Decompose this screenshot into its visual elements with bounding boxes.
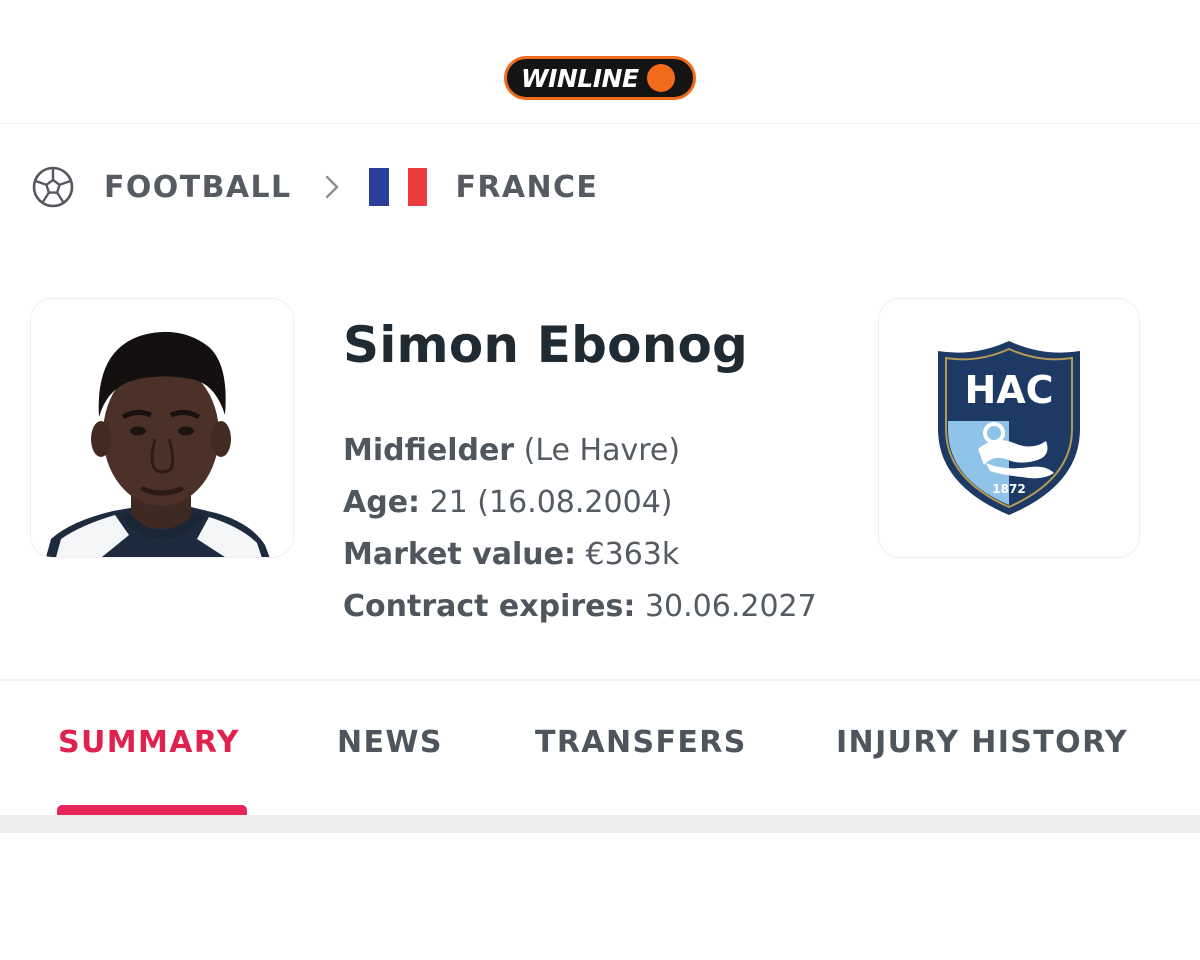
tab-transfers[interactable]: TRANSFERS — [535, 725, 747, 773]
logo-dot-icon — [646, 64, 675, 92]
market-value-row: Market value: €363k — [343, 532, 863, 584]
soccer-ball-icon — [30, 164, 76, 210]
club-crest-icon: HAC 1872 — [938, 341, 1080, 515]
svg-text:HAC: HAC — [964, 368, 1053, 412]
tab-news[interactable]: NEWS — [337, 725, 443, 773]
tab-summary[interactable]: SUMMARY — [58, 725, 240, 773]
age-label: Age: — [343, 485, 421, 520]
player-photo — [31, 299, 293, 557]
player-photo-card — [30, 298, 294, 558]
chevron-right-icon — [319, 167, 345, 207]
position-label: Midfielder — [343, 433, 515, 468]
age-row: Age: 21 (16.08.2004) — [343, 480, 863, 532]
player-name: Simon Ebonog — [343, 316, 749, 374]
svg-text:1872: 1872 — [992, 482, 1025, 496]
market-value-label: Market value: — [343, 537, 576, 572]
logo-text: WINLINE — [521, 63, 639, 93]
player-info: Midfielder (Le Havre) Age: 21 (16.08.200… — [343, 428, 863, 636]
breadcrumb-country[interactable]: FRANCE — [455, 170, 598, 205]
tab-injury-history[interactable]: INJURY HISTORY — [836, 725, 1128, 773]
club-crest-card[interactable]: HAC 1872 — [878, 298, 1140, 558]
france-flag-icon — [369, 168, 428, 206]
active-tab-indicator — [57, 805, 247, 815]
contract-row: Contract expires: 30.06.2027 — [343, 584, 863, 636]
contract-label: Contract expires: — [343, 589, 636, 624]
breadcrumb-sport[interactable]: FOOTBALL — [104, 170, 291, 205]
brand-header: WINLINE — [0, 0, 1200, 124]
club-name[interactable]: (Le Havre) — [524, 433, 680, 468]
market-value: €363k — [585, 537, 680, 572]
winline-logo[interactable]: WINLINE — [504, 56, 696, 100]
tab-bar-divider — [0, 815, 1200, 833]
position-row: Midfielder (Le Havre) — [343, 428, 863, 480]
age-value: 21 (16.08.2004) — [429, 485, 673, 520]
contract-value: 30.06.2027 — [644, 589, 817, 624]
breadcrumb: FOOTBALL FRANCE — [30, 163, 598, 211]
tab-bar: SUMMARY NEWS TRANSFERS INJURY HISTORY — [0, 679, 1200, 815]
